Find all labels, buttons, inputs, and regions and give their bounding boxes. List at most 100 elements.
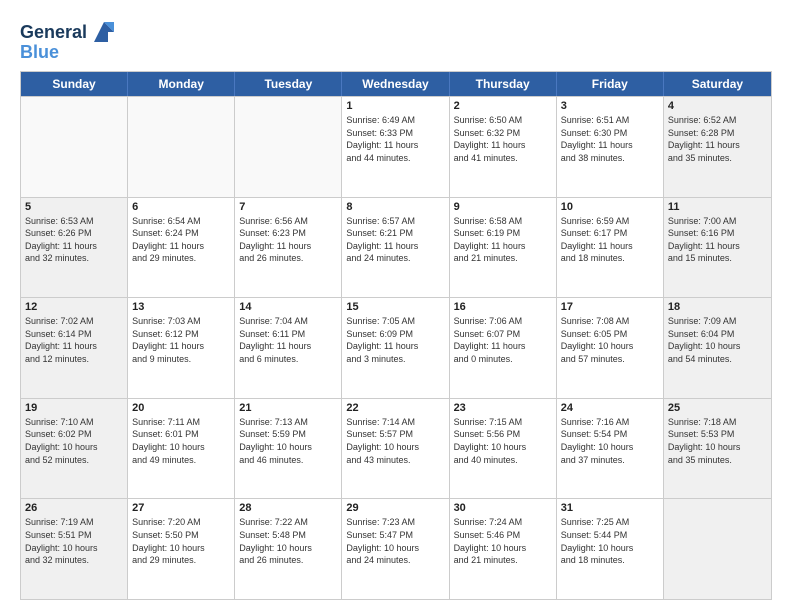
day-info: Sunrise: 7:00 AM Sunset: 6:16 PM Dayligh… (668, 215, 767, 265)
day-info: Sunrise: 6:53 AM Sunset: 6:26 PM Dayligh… (25, 215, 123, 265)
day-info: Sunrise: 7:22 AM Sunset: 5:48 PM Dayligh… (239, 516, 337, 566)
calendar-header: SundayMondayTuesdayWednesdayThursdayFrid… (21, 72, 771, 96)
day-info: Sunrise: 6:56 AM Sunset: 6:23 PM Dayligh… (239, 215, 337, 265)
day-info: Sunrise: 7:23 AM Sunset: 5:47 PM Dayligh… (346, 516, 444, 566)
calendar-cell (664, 499, 771, 599)
day-number: 3 (561, 100, 659, 112)
calendar-row: 12 Sunrise: 7:02 AM Sunset: 6:14 PM Dayli… (21, 297, 771, 398)
day-info: Sunrise: 7:09 AM Sunset: 6:04 PM Dayligh… (668, 315, 767, 365)
calendar-cell: 18 Sunrise: 7:09 AM Sunset: 6:04 PM Dayli… (664, 298, 771, 398)
calendar-cell: 10 Sunrise: 6:59 AM Sunset: 6:17 PM Dayli… (557, 198, 664, 298)
day-info: Sunrise: 6:49 AM Sunset: 6:33 PM Dayligh… (346, 114, 444, 164)
day-info: Sunrise: 7:24 AM Sunset: 5:46 PM Dayligh… (454, 516, 552, 566)
day-number: 27 (132, 502, 230, 514)
day-info: Sunrise: 7:15 AM Sunset: 5:56 PM Dayligh… (454, 416, 552, 466)
day-number: 9 (454, 201, 552, 213)
day-number: 12 (25, 301, 123, 313)
weekday-header: Monday (128, 72, 235, 96)
weekday-header: Wednesday (342, 72, 449, 96)
day-number: 26 (25, 502, 123, 514)
day-number: 10 (561, 201, 659, 213)
day-number: 13 (132, 301, 230, 313)
calendar-cell: 20 Sunrise: 7:11 AM Sunset: 6:01 PM Dayli… (128, 399, 235, 499)
day-info: Sunrise: 7:11 AM Sunset: 6:01 PM Dayligh… (132, 416, 230, 466)
day-info: Sunrise: 7:06 AM Sunset: 6:07 PM Dayligh… (454, 315, 552, 365)
calendar-row: 19 Sunrise: 7:10 AM Sunset: 6:02 PM Dayli… (21, 398, 771, 499)
calendar-cell: 14 Sunrise: 7:04 AM Sunset: 6:11 PM Dayli… (235, 298, 342, 398)
day-number: 30 (454, 502, 552, 514)
calendar-cell: 16 Sunrise: 7:06 AM Sunset: 6:07 PM Dayli… (450, 298, 557, 398)
calendar-cell: 9 Sunrise: 6:58 AM Sunset: 6:19 PM Daylig… (450, 198, 557, 298)
day-info: Sunrise: 7:08 AM Sunset: 6:05 PM Dayligh… (561, 315, 659, 365)
day-number: 22 (346, 402, 444, 414)
calendar-cell: 22 Sunrise: 7:14 AM Sunset: 5:57 PM Dayli… (342, 399, 449, 499)
day-number: 11 (668, 201, 767, 213)
logo: General Blue (20, 20, 118, 63)
day-info: Sunrise: 7:20 AM Sunset: 5:50 PM Dayligh… (132, 516, 230, 566)
day-info: Sunrise: 7:19 AM Sunset: 5:51 PM Dayligh… (25, 516, 123, 566)
calendar-cell: 26 Sunrise: 7:19 AM Sunset: 5:51 PM Dayli… (21, 499, 128, 599)
weekday-header: Tuesday (235, 72, 342, 96)
day-info: Sunrise: 6:50 AM Sunset: 6:32 PM Dayligh… (454, 114, 552, 164)
calendar-cell: 24Sunrise: 7:16 AM Sunset: 5:54 PM Dayli… (557, 399, 664, 499)
calendar-cell: 7 Sunrise: 6:56 AM Sunset: 6:23 PM Daylig… (235, 198, 342, 298)
day-number: 28 (239, 502, 337, 514)
day-info: Sunrise: 7:18 AM Sunset: 5:53 PM Dayligh… (668, 416, 767, 466)
day-info: Sunrise: 6:59 AM Sunset: 6:17 PM Dayligh… (561, 215, 659, 265)
logo-icon (90, 18, 118, 46)
calendar-cell: 29 Sunrise: 7:23 AM Sunset: 5:47 PM Dayli… (342, 499, 449, 599)
calendar-cell: 17Sunrise: 7:08 AM Sunset: 6:05 PM Dayli… (557, 298, 664, 398)
calendar-cell: 28 Sunrise: 7:22 AM Sunset: 5:48 PM Dayli… (235, 499, 342, 599)
page: General Blue SundayMondayTuesdayWednesda… (0, 0, 792, 612)
day-number: 14 (239, 301, 337, 313)
header: General Blue (20, 16, 772, 63)
day-number: 1 (346, 100, 444, 112)
day-info: Sunrise: 6:57 AM Sunset: 6:21 PM Dayligh… (346, 215, 444, 265)
calendar-cell: 8 Sunrise: 6:57 AM Sunset: 6:21 PM Daylig… (342, 198, 449, 298)
day-info: Sunrise: 7:04 AM Sunset: 6:11 PM Dayligh… (239, 315, 337, 365)
calendar-cell: 6 Sunrise: 6:54 AM Sunset: 6:24 PM Daylig… (128, 198, 235, 298)
day-info: Sunrise: 7:14 AM Sunset: 5:57 PM Dayligh… (346, 416, 444, 466)
calendar-cell: 25 Sunrise: 7:18 AM Sunset: 5:53 PM Dayli… (664, 399, 771, 499)
day-number: 6 (132, 201, 230, 213)
calendar-row: 5 Sunrise: 6:53 AM Sunset: 6:26 PM Daylig… (21, 197, 771, 298)
day-info: Sunrise: 7:10 AM Sunset: 6:02 PM Dayligh… (25, 416, 123, 466)
day-info: Sunrise: 7:05 AM Sunset: 6:09 PM Dayligh… (346, 315, 444, 365)
calendar-cell (21, 97, 128, 197)
day-number: 19 (25, 402, 123, 414)
day-number: 25 (668, 402, 767, 414)
calendar-cell: 19 Sunrise: 7:10 AM Sunset: 6:02 PM Dayli… (21, 399, 128, 499)
day-number: 18 (668, 301, 767, 313)
day-info: Sunrise: 6:58 AM Sunset: 6:19 PM Dayligh… (454, 215, 552, 265)
day-number: 20 (132, 402, 230, 414)
calendar-cell: 12 Sunrise: 7:02 AM Sunset: 6:14 PM Dayli… (21, 298, 128, 398)
weekday-header: Friday (557, 72, 664, 96)
calendar: SundayMondayTuesdayWednesdayThursdayFrid… (20, 71, 772, 600)
calendar-cell: 15 Sunrise: 7:05 AM Sunset: 6:09 PM Dayli… (342, 298, 449, 398)
day-number: 16 (454, 301, 552, 313)
day-info: Sunrise: 7:02 AM Sunset: 6:14 PM Dayligh… (25, 315, 123, 365)
calendar-cell: 3Sunrise: 6:51 AM Sunset: 6:30 PM Daylig… (557, 97, 664, 197)
calendar-cell: 5 Sunrise: 6:53 AM Sunset: 6:26 PM Daylig… (21, 198, 128, 298)
calendar-cell: 4Sunrise: 6:52 AM Sunset: 6:28 PM Daylig… (664, 97, 771, 197)
calendar-cell: 31Sunrise: 7:25 AM Sunset: 5:44 PM Dayli… (557, 499, 664, 599)
calendar-cell: 30 Sunrise: 7:24 AM Sunset: 5:46 PM Dayli… (450, 499, 557, 599)
day-number: 7 (239, 201, 337, 213)
day-info: Sunrise: 6:54 AM Sunset: 6:24 PM Dayligh… (132, 215, 230, 265)
day-number: 2 (454, 100, 552, 112)
calendar-cell: 23 Sunrise: 7:15 AM Sunset: 5:56 PM Dayli… (450, 399, 557, 499)
day-number: 8 (346, 201, 444, 213)
day-info: Sunrise: 7:03 AM Sunset: 6:12 PM Dayligh… (132, 315, 230, 365)
day-number: 4 (668, 100, 767, 112)
calendar-body: 1 Sunrise: 6:49 AM Sunset: 6:33 PM Daylig… (21, 96, 771, 599)
weekday-header: Saturday (664, 72, 771, 96)
day-number: 29 (346, 502, 444, 514)
calendar-cell: 27 Sunrise: 7:20 AM Sunset: 5:50 PM Dayli… (128, 499, 235, 599)
day-number: 23 (454, 402, 552, 414)
day-number: 5 (25, 201, 123, 213)
calendar-cell: 11 Sunrise: 7:00 AM Sunset: 6:16 PM Dayli… (664, 198, 771, 298)
day-number: 15 (346, 301, 444, 313)
calendar-cell: 21 Sunrise: 7:13 AM Sunset: 5:59 PM Dayli… (235, 399, 342, 499)
day-info: Sunrise: 7:13 AM Sunset: 5:59 PM Dayligh… (239, 416, 337, 466)
day-number: 21 (239, 402, 337, 414)
